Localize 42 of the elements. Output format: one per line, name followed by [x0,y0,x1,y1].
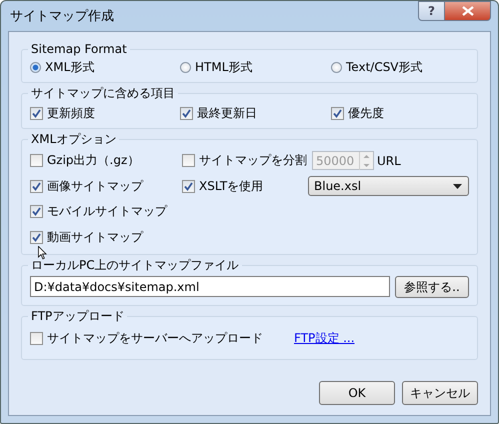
checkbox[interactable] [30,332,43,345]
checkbox[interactable] [182,180,195,193]
close-icon [462,6,474,16]
radio-button[interactable] [331,62,342,73]
checkbox[interactable] [30,154,43,168]
checkbox[interactable] [30,180,43,193]
checkbox[interactable] [30,205,43,218]
close-button[interactable] [445,1,491,21]
ok-button[interactable]: OK [319,381,395,405]
cancel-button[interactable]: キャンセル [402,381,478,405]
radio-option[interactable]: XML形式 [30,59,180,76]
checkbox-option[interactable]: 動画サイトマップ [30,224,182,250]
checkbox-option[interactable]: Gzip出力（.gz） [30,148,182,174]
caret-icon [453,184,462,189]
ftp-settings-link[interactable]: FTP設定 ... [294,330,355,347]
checkbox[interactable] [30,230,43,244]
group-label: サイトマップに含める項目 [30,85,176,102]
radio-button[interactable] [180,62,191,73]
checkbox[interactable] [180,107,193,120]
help-button[interactable]: ? [418,1,445,21]
file-path-field[interactable]: D:¥data¥docs¥sitemap.xml [30,276,390,297]
mouse-pointer-icon [38,246,47,260]
window-title: サイトマップ作成 [9,8,114,25]
checkbox-option[interactable]: XSLTを使用 [182,178,303,195]
checkbox-option[interactable]: サイトマップをサーバーへアップロード [30,330,263,347]
xsl-dropdown[interactable]: Blue.xsl [308,176,469,196]
radio-option[interactable]: Text/CSV形式 [331,59,469,76]
checkbox-option[interactable]: 画像サイトマップ [30,174,182,199]
checkbox-option[interactable]: モバイルサイトマップ [30,199,182,224]
unit-label: URL [377,154,401,168]
group-label: FTPアップロード [30,308,126,325]
radio-option[interactable]: HTML形式 [180,59,331,76]
checkbox-option[interactable]: 更新頻度 [30,105,180,122]
group-label: ローカルPC上のサイトマップファイル [30,257,240,274]
checkbox-option[interactable]: 優先度 [331,105,469,122]
group-label: Sitemap Format [30,42,128,56]
checkbox-option[interactable]: 最終更新日 [180,105,331,122]
browse-button[interactable]: 参照する.. [395,276,469,298]
group-label: XMLオプション [30,131,118,148]
checkbox[interactable] [30,107,43,120]
checkbox[interactable] [331,107,344,120]
radio-button[interactable] [30,62,41,73]
